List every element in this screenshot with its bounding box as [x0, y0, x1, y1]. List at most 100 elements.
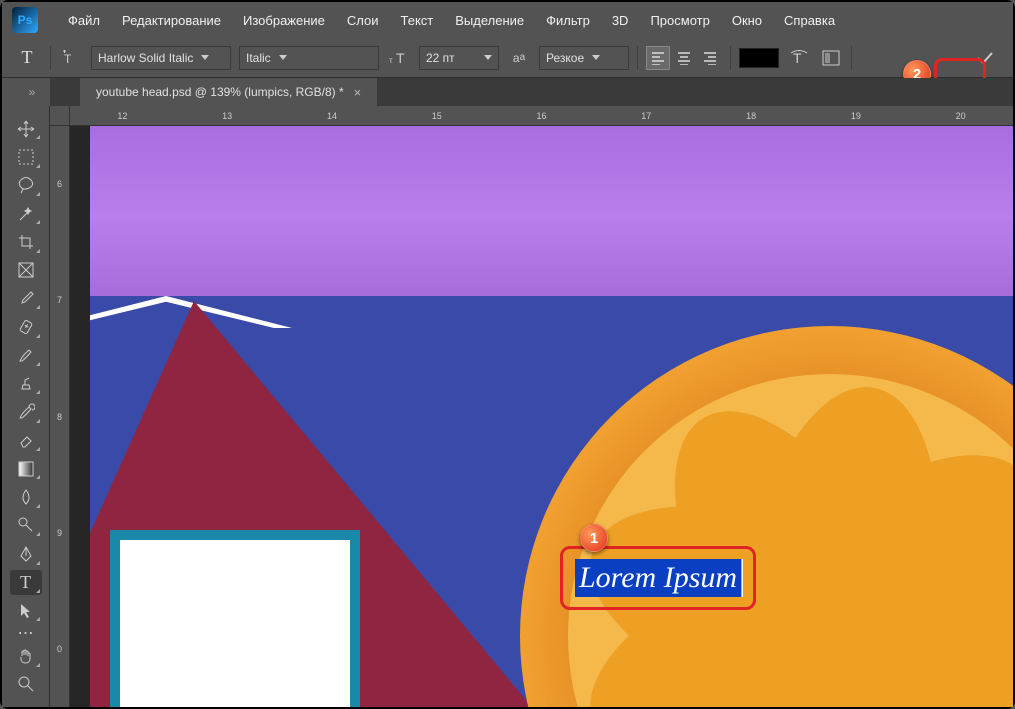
text-color-swatch[interactable]: [739, 48, 779, 68]
text-content[interactable]: Lorem Ipsum: [579, 561, 737, 594]
caret-icon: [592, 55, 600, 60]
type-tool-indicator: T: [12, 43, 42, 73]
ruler-tick: 0: [50, 591, 69, 707]
magic-wand-tool[interactable]: [10, 201, 42, 226]
font-style-value: Italic: [246, 51, 271, 65]
ruler-tick: 14: [280, 106, 385, 125]
document-tab-title: youtube head.psd @ 139% (lumpics, RGB/8)…: [96, 85, 344, 99]
eyedropper-tool[interactable]: [10, 286, 42, 311]
menu-help[interactable]: Справка: [774, 9, 845, 32]
canvas[interactable]: Lorem Ipsum 1: [90, 126, 1013, 707]
menu-view[interactable]: Просмотр: [640, 9, 719, 32]
marquee-tool[interactable]: [10, 144, 42, 169]
artwork: Lorem Ipsum 1: [90, 126, 1013, 707]
align-left-button[interactable]: [646, 46, 670, 70]
menu-3d[interactable]: 3D: [602, 9, 639, 32]
canvas-area: 12 13 14 15 16 17 18 19 20 6 7 8 9 0: [50, 106, 1013, 707]
document-tab[interactable]: youtube head.psd @ 139% (lumpics, RGB/8)…: [80, 78, 377, 106]
ruler-tick: 18: [699, 106, 804, 125]
brush-tool[interactable]: [10, 343, 42, 368]
ruler-tick: 8: [50, 358, 69, 474]
lasso-tool[interactable]: [10, 173, 42, 198]
menu-layer[interactable]: Слои: [337, 9, 389, 32]
tool-bar: T ⋯: [2, 106, 50, 707]
divider: [851, 46, 852, 70]
work-area: T ⋯ 12 13 14 15 16 17 18 19 20 6 7 8 9 0: [2, 106, 1013, 707]
ruler-tick: 12: [70, 106, 175, 125]
healing-brush-tool[interactable]: [10, 314, 42, 339]
ruler-tick: 13: [175, 106, 280, 125]
menu-type[interactable]: Текст: [391, 9, 444, 32]
zoom-tool[interactable]: [10, 672, 42, 697]
warp-text-button[interactable]: T: [787, 46, 811, 70]
divider: [637, 46, 638, 70]
menu-window[interactable]: Окно: [722, 9, 772, 32]
divider: [730, 46, 731, 70]
antialias-dropdown[interactable]: Резкое: [539, 46, 629, 70]
menu-edit[interactable]: Редактирование: [112, 9, 231, 32]
eraser-tool[interactable]: [10, 428, 42, 453]
svg-text:T: T: [793, 50, 802, 66]
dodge-tool[interactable]: [10, 513, 42, 538]
hand-tool[interactable]: [10, 643, 42, 668]
frame-tool[interactable]: [10, 258, 42, 283]
menu-filter[interactable]: Фильтр: [536, 9, 600, 32]
font-size-dropdown[interactable]: 22 пт: [419, 46, 499, 70]
menu-bar: Ps Файл Редактирование Изображение Слои …: [2, 2, 1013, 38]
svg-text:T: T: [64, 52, 72, 66]
options-bar: T T Harlow Solid Italic Italic тT 22 пт …: [2, 38, 1013, 78]
type-tool[interactable]: T: [10, 570, 42, 595]
annotation-highlight-1: Lorem Ipsum: [560, 546, 756, 610]
ruler-horizontal[interactable]: 12 13 14 15 16 17 18 19 20: [70, 106, 1013, 126]
ruler-tick: 6: [50, 126, 69, 242]
ruler-tick: 20: [908, 106, 1013, 125]
menu-file[interactable]: Файл: [58, 9, 110, 32]
ruler-tick: 16: [489, 106, 594, 125]
teal-frame: [110, 530, 360, 707]
move-tool[interactable]: [10, 116, 42, 141]
caret-icon: [201, 55, 209, 60]
ruler-tick: 19: [803, 106, 908, 125]
annotation-badge-1: 1: [580, 524, 608, 552]
white-rectangle: [120, 540, 350, 707]
gradient-tool[interactable]: [10, 456, 42, 481]
text-caret: [742, 559, 743, 597]
ruler-corner: [50, 106, 70, 126]
ruler-tick: 9: [50, 475, 69, 591]
blur-tool[interactable]: [10, 484, 42, 509]
document-tab-bar: youtube head.psd @ 139% (lumpics, RGB/8)…: [50, 78, 1013, 106]
crop-tool[interactable]: [10, 229, 42, 254]
font-size-value: 22 пт: [426, 51, 455, 65]
close-icon[interactable]: ×: [354, 85, 362, 100]
text-align-group: [646, 46, 722, 70]
menu-select[interactable]: Выделение: [445, 9, 534, 32]
font-style-dropdown[interactable]: Italic: [239, 46, 379, 70]
antialias-value: Резкое: [546, 51, 584, 65]
ellipsis-tool[interactable]: ⋯: [10, 626, 42, 640]
app-logo: Ps: [12, 7, 38, 33]
caret-icon: [279, 55, 287, 60]
ruler-vertical[interactable]: 6 7 8 9 0: [50, 126, 70, 707]
pen-tool[interactable]: [10, 541, 42, 566]
text-orientation-toggle[interactable]: T: [59, 46, 83, 70]
panel-expand-handle[interactable]: »: [14, 82, 50, 102]
align-center-button[interactable]: [672, 46, 696, 70]
clone-stamp-tool[interactable]: [10, 371, 42, 396]
divider: [50, 46, 51, 70]
font-family-value: Harlow Solid Italic: [98, 51, 193, 65]
antialias-icon: aa: [507, 46, 531, 70]
svg-text:T: T: [396, 50, 405, 66]
align-right-button[interactable]: [698, 46, 722, 70]
orange-flesh: [568, 374, 1013, 707]
caret-icon: [484, 55, 492, 60]
ruler-tick: 7: [50, 242, 69, 358]
svg-text:т: т: [389, 56, 393, 65]
character-panel-button[interactable]: [819, 46, 843, 70]
menu-image[interactable]: Изображение: [233, 9, 335, 32]
path-selection-tool[interactable]: [10, 598, 42, 623]
history-brush-tool[interactable]: [10, 399, 42, 424]
font-family-dropdown[interactable]: Harlow Solid Italic: [91, 46, 231, 70]
text-edit-region[interactable]: Lorem Ipsum: [560, 546, 756, 610]
background-purple: [90, 126, 1013, 306]
commit-button[interactable]: [967, 44, 1003, 72]
